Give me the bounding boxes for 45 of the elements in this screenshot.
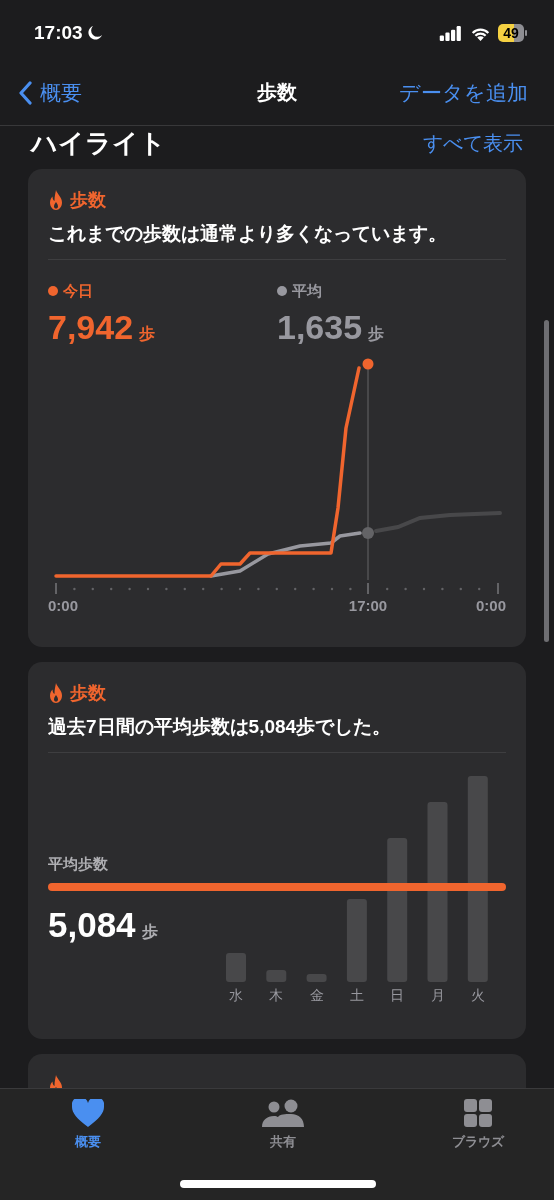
summary-text: 過去7日間の平均歩数は5,084歩でした。 xyxy=(48,715,393,739)
people-icon xyxy=(262,1099,304,1127)
tab[interactable]: 共有 xyxy=(253,1099,313,1151)
day-label: 火 xyxy=(470,987,485,1003)
day-label: 日 xyxy=(390,987,405,1003)
day-label: 水 xyxy=(229,987,243,1003)
day-label: 月 xyxy=(430,987,445,1003)
day-label: 土 xyxy=(349,987,364,1003)
average-point xyxy=(362,527,374,539)
day-label: 金 xyxy=(309,987,324,1003)
flame-icon xyxy=(48,190,64,210)
unit-label: 歩 xyxy=(142,923,158,940)
chart-bar xyxy=(266,970,287,982)
day-label: 木 xyxy=(269,987,284,1003)
chart-bar xyxy=(306,974,327,982)
category-title: 歩数 xyxy=(70,189,106,212)
add-data-link[interactable]: データを追加 xyxy=(399,78,528,107)
axis-label: 17:00 xyxy=(348,597,388,614)
unit-label: 歩 xyxy=(368,324,385,344)
legend-label: 平均 xyxy=(292,281,322,301)
unit-label: 歩 xyxy=(139,324,156,344)
tab[interactable]: 概要 xyxy=(58,1099,118,1151)
chart-bar xyxy=(226,953,246,982)
nav-title: 歩数 xyxy=(257,81,297,103)
show-all-link[interactable]: すべて表示 xyxy=(423,130,523,157)
axis-label: 0:00 xyxy=(48,597,79,614)
average-value: 5,084 xyxy=(48,905,136,944)
axis-label: 0:00 xyxy=(475,597,506,614)
today-point xyxy=(362,358,374,370)
heart-icon xyxy=(72,1099,104,1127)
summary-text: これまでの歩数は通常より多くなっています。 xyxy=(48,222,448,246)
back-button[interactable]: 概要 xyxy=(18,78,82,107)
category-title: 歩数 xyxy=(70,682,106,705)
average-label: 平均歩数 xyxy=(48,855,108,872)
signal-icon xyxy=(439,25,463,41)
grid-icon xyxy=(464,1099,492,1127)
moon-icon xyxy=(86,25,103,41)
step-count: 7,942 xyxy=(48,308,134,347)
tab[interactable]: ブラウズ xyxy=(448,1099,508,1151)
legend-label: 今日 xyxy=(63,281,93,301)
flame-icon xyxy=(48,683,64,703)
step-count: 1,635 xyxy=(277,308,363,347)
chevron-left-icon xyxy=(18,80,32,105)
clock: 17:03 xyxy=(34,22,83,44)
section-title: ハイライト xyxy=(31,127,166,160)
